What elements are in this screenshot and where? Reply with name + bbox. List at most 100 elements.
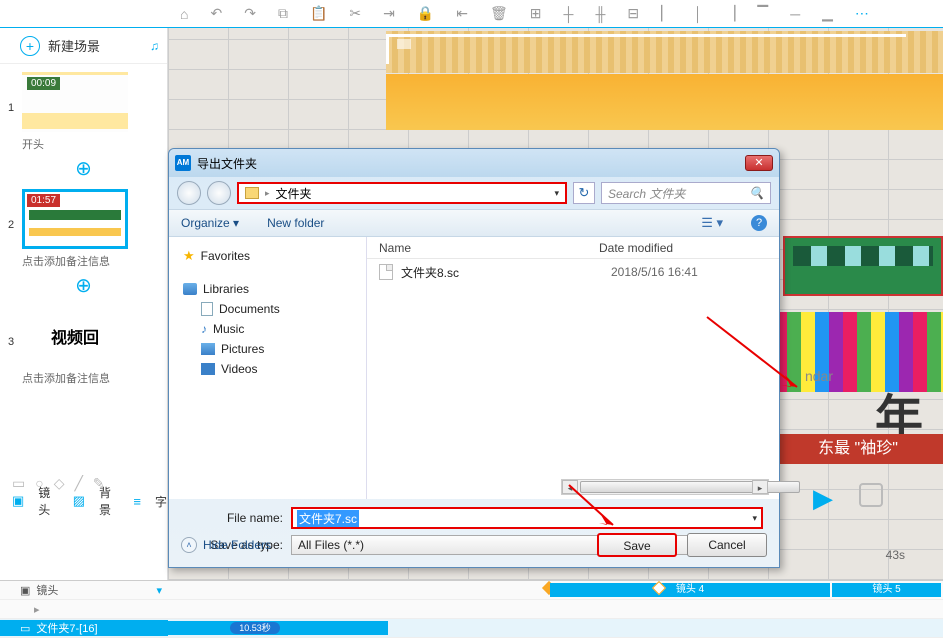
next-button[interactable] <box>859 483 883 507</box>
name-column[interactable]: Name <box>367 241 599 255</box>
add-after-2[interactable]: ⊕ <box>0 273 167 298</box>
music-icon[interactable]: ♫ <box>150 39 159 53</box>
chevron-right-icon: ▸ <box>265 188 270 199</box>
new-scene-button[interactable]: + 新建场景 ♫ <box>0 28 167 64</box>
clip-track[interactable]: 10.53秒 <box>168 619 943 637</box>
train-graphic <box>783 236 943 296</box>
hide-folders-button[interactable]: ˄ Hide Folders <box>181 537 271 553</box>
file-row[interactable]: 文件夹8.sc 2018/5/16 16:41 <box>367 259 779 285</box>
camera-frame[interactable] <box>386 34 906 64</box>
videos-node[interactable]: Videos <box>169 359 366 379</box>
library-icon <box>183 283 197 295</box>
file-list: Name Date modified 文件夹8.sc 2018/5/16 16:… <box>367 237 779 499</box>
address-bar[interactable]: ▸ 文件夹 ▾ <box>237 182 567 204</box>
videos-icon <box>201 363 215 375</box>
camera-icon <box>397 39 411 49</box>
chevron-down-icon[interactable]: ▾ <box>554 188 559 199</box>
new-scene-label: 新建场景 <box>48 36 100 55</box>
caption-text: 东最 "袖珍" <box>773 434 943 464</box>
lock-icon[interactable]: 🔒 <box>417 5 434 22</box>
path-text: 文件夹 <box>276 185 312 202</box>
search-input[interactable]: Search 文件夹 🔍 <box>601 182 771 204</box>
dialog-toolbar: Organize ▾ New folder ☰ ▾ ? <box>169 209 779 237</box>
scene-thumb-2[interactable]: 01:57 <box>22 189 128 249</box>
align-b-icon[interactable]: ▁ <box>822 5 833 22</box>
segment-5[interactable]: 镜头 5 <box>832 583 941 597</box>
unlock-icon[interactable]: ⇤ <box>456 5 468 22</box>
undo-icon[interactable]: ↶ <box>210 5 222 22</box>
scene-1[interactable]: 1 00:09 开头 ⊕ <box>0 72 167 181</box>
align-m-icon[interactable]: ─ <box>790 6 800 22</box>
text-icon[interactable]: ≡ <box>133 494 141 509</box>
chevron-up-icon: ˄ <box>181 537 197 553</box>
mini-buttons: ▣镜头 ▨背景 ≡字 <box>12 484 167 518</box>
cancel-button[interactable]: Cancel <box>687 533 767 557</box>
bg-icon[interactable]: ▨ <box>73 493 85 509</box>
chevron-down-icon[interactable]: ▾ <box>752 513 757 524</box>
scroll-right-icon[interactable]: ▸ <box>752 480 768 494</box>
time-display: 43s <box>886 548 905 562</box>
top-toolbar: ⌂ ↶ ↷ ⧉ 📋 ✂ ⇥ 🔒 ⇤ 🗑 ⊞ ┼ ╫ ⊟ ▏ │ ▕ ▔ ─ ▁ … <box>0 0 943 28</box>
scene-panel: + 新建场景 ♫ 1 00:09 开头 ⊕ 2 01:57 点击添加备注信息 ⊕… <box>0 28 168 580</box>
align-r-icon[interactable]: ▕ <box>725 5 736 22</box>
dialog-nav: ▸ 文件夹 ▾ ↻ Search 文件夹 🔍 <box>169 177 779 209</box>
trash-icon[interactable]: 🗑 <box>490 5 508 22</box>
organize-button[interactable]: Organize ▾ <box>181 216 239 230</box>
music-node[interactable]: ♪Music <box>169 319 366 339</box>
redo-icon[interactable]: ↷ <box>244 5 256 22</box>
save-button[interactable]: Save <box>597 533 677 557</box>
align-h-icon[interactable]: ╫ <box>595 6 605 22</box>
libraries-node[interactable]: Libraries <box>169 279 366 299</box>
dialog-titlebar[interactable]: AM 导出文件夹 ✕ <box>169 149 779 177</box>
scene-3[interactable]: 3 视频回 点击添加备注信息 <box>0 306 167 386</box>
more-icon[interactable]: ⋯ <box>855 5 869 22</box>
file-icon <box>379 264 393 280</box>
back-button[interactable] <box>177 181 201 205</box>
play-button[interactable]: ▶ <box>813 483 833 514</box>
help-button[interactable]: ? <box>751 215 767 231</box>
folder-tree: ★Favorites Libraries Documents ♪Music Pi… <box>169 237 367 499</box>
lens-track[interactable]: 镜头 4 镜头 5 <box>168 581 943 599</box>
new-folder-button[interactable]: New folder <box>267 216 324 230</box>
h-scrollbar[interactable]: ◂ ▸ <box>561 479 769 495</box>
group-icon[interactable]: ⊞ <box>530 5 542 22</box>
scroll-left-icon[interactable]: ◂ <box>562 480 578 494</box>
plus-icon: + <box>20 36 40 56</box>
refresh-button[interactable]: ↻ <box>573 182 595 204</box>
align-t-icon[interactable]: ▔ <box>757 5 768 22</box>
search-icon: 🔍 <box>749 186 764 200</box>
paste-icon[interactable]: 📋 <box>310 5 327 22</box>
dist-h-icon[interactable]: ⊟ <box>627 5 639 22</box>
align-v-icon[interactable]: ┼ <box>564 6 574 22</box>
dropdown-icon[interactable]: ▾ <box>156 584 162 597</box>
filename-label: File name: <box>185 511 291 525</box>
date-column[interactable]: Date modified <box>599 241 779 255</box>
home-icon[interactable]: ⌂ <box>180 6 188 22</box>
close-button[interactable]: ✕ <box>745 155 773 171</box>
align-c-icon[interactable]: │ <box>694 6 703 22</box>
duration-badge: 10.53秒 <box>230 622 280 634</box>
favorites-node[interactable]: ★Favorites <box>169 245 366 267</box>
forward-button[interactable] <box>207 181 231 205</box>
star-icon: ★ <box>183 248 195 264</box>
scene-thumb-1[interactable]: 00:09 <box>22 72 128 132</box>
segment-4[interactable]: 镜头 4 <box>550 583 830 597</box>
timeline: ▣镜头▾ 镜头 4 镜头 5 ▸ ▭文件夹7-[16] 10.53秒 <box>0 580 943 638</box>
folder-icon <box>245 187 259 199</box>
cut-icon[interactable]: ✂ <box>349 5 361 22</box>
filename-input[interactable]: 文件夹7.sc ▾ <box>291 507 763 529</box>
pictures-node[interactable]: Pictures <box>169 339 366 359</box>
copy-icon[interactable]: ⧉ <box>278 5 288 22</box>
document-icon <box>201 302 213 316</box>
clip-icon: ▭ <box>20 622 30 635</box>
import-icon[interactable]: ⇥ <box>383 5 395 22</box>
scene-thumb-3[interactable]: 视频回 <box>22 306 128 366</box>
add-after-1[interactable]: ⊕ <box>0 156 167 181</box>
align-l-icon[interactable]: ▏ <box>661 5 672 22</box>
music-icon: ♪ <box>201 322 207 336</box>
lens-icon[interactable]: ▣ <box>12 493 24 509</box>
view-button[interactable]: ☰ ▾ <box>701 215 723 231</box>
column-header[interactable]: Name Date modified <box>367 237 779 259</box>
scene-2[interactable]: 2 01:57 点击添加备注信息 ⊕ <box>0 189 167 298</box>
documents-node[interactable]: Documents <box>169 299 366 319</box>
